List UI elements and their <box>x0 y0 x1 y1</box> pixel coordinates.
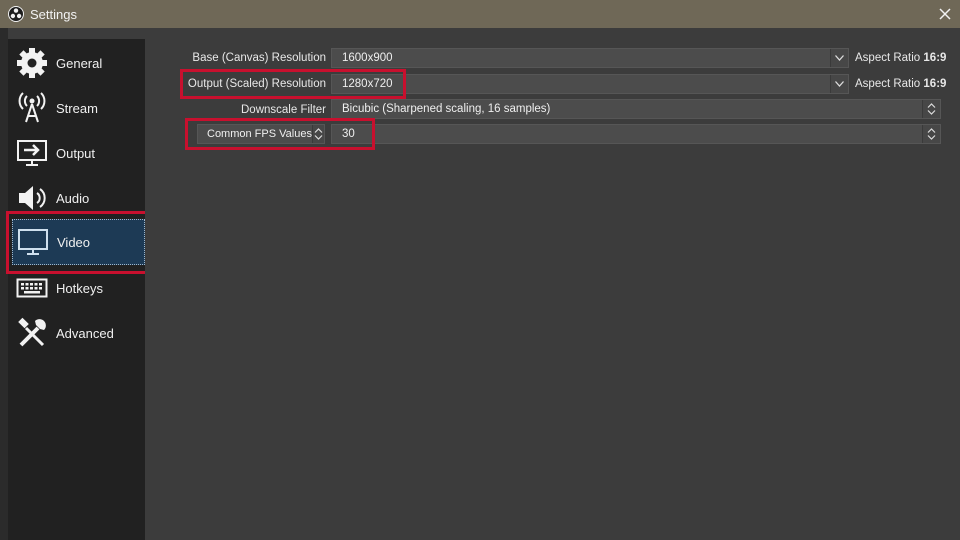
settings-sidebar: General Stream Output Audio Video Hotkey… <box>8 39 145 540</box>
fps-value: 30 <box>342 128 355 140</box>
base-resolution-select[interactable]: 1600x900 <box>331 48 849 68</box>
sidebar-item-output[interactable]: Output <box>12 133 145 173</box>
chevron-down-icon[interactable] <box>830 49 848 67</box>
sidebar-item-audio[interactable]: Audio <box>12 178 145 218</box>
sidebar-item-label: Advanced <box>56 325 114 341</box>
aspect-ratio-value: 16:9 <box>923 78 947 90</box>
sidebar-item-stream[interactable]: Stream <box>12 88 145 128</box>
sidebar-item-hotkeys[interactable]: Hotkeys <box>12 268 145 308</box>
window-edge <box>0 28 8 540</box>
base-aspect-ratio: Aspect Ratio 16:9 <box>855 52 946 64</box>
spin-arrows-icon[interactable] <box>922 125 940 143</box>
sidebar-item-label: Output <box>56 145 96 161</box>
sidebar-item-video[interactable]: Video <box>12 219 145 265</box>
fps-value-select[interactable]: 30 <box>331 124 941 144</box>
base-resolution-value: 1600x900 <box>342 52 393 64</box>
aspect-ratio-label: Aspect Ratio <box>855 52 921 64</box>
sidebar-item-label: Stream <box>56 100 98 116</box>
downscale-filter-select[interactable]: Bicubic (Sharpened scaling, 16 samples) <box>331 99 941 119</box>
monitor-icon <box>15 224 51 260</box>
output-monitor-icon <box>14 135 50 171</box>
sidebar-item-advanced[interactable]: Advanced <box>12 313 145 353</box>
base-resolution-label: Base (Canvas) Resolution <box>192 52 326 64</box>
downscale-filter-label: Downscale Filter <box>241 104 326 116</box>
obs-logo-icon <box>8 6 24 22</box>
sidebar-item-label: Video <box>57 234 91 250</box>
aspect-ratio-value: 16:9 <box>923 52 947 64</box>
tools-icon <box>14 315 50 351</box>
sidebar-item-label: General <box>56 55 103 71</box>
sidebar-item-label: Audio <box>56 190 90 206</box>
spin-arrows-icon[interactable] <box>922 100 940 118</box>
spin-arrows-icon[interactable] <box>311 125 324 143</box>
chevron-down-icon[interactable] <box>830 75 848 93</box>
fps-type-value: Common FPS Values <box>207 128 312 140</box>
broadcast-antenna-icon <box>14 90 50 126</box>
speaker-icon <box>14 180 50 216</box>
title-bar: Settings <box>0 0 960 28</box>
output-resolution-select[interactable]: 1280x720 <box>331 74 849 94</box>
output-aspect-ratio: Aspect Ratio 16:9 <box>855 78 946 90</box>
gear-icon <box>14 45 50 81</box>
close-icon[interactable] <box>930 0 960 28</box>
window-title: Settings <box>30 6 77 22</box>
sidebar-item-general[interactable]: General <box>12 43 145 83</box>
downscale-filter-value: Bicubic (Sharpened scaling, 16 samples) <box>342 103 551 115</box>
aspect-ratio-label: Aspect Ratio <box>855 78 921 90</box>
sidebar-item-label: Hotkeys <box>56 280 103 296</box>
output-resolution-value: 1280x720 <box>342 78 393 90</box>
output-resolution-label: Output (Scaled) Resolution <box>187 78 326 90</box>
keyboard-icon <box>14 270 50 306</box>
fps-type-select[interactable]: Common FPS Values <box>197 124 325 144</box>
